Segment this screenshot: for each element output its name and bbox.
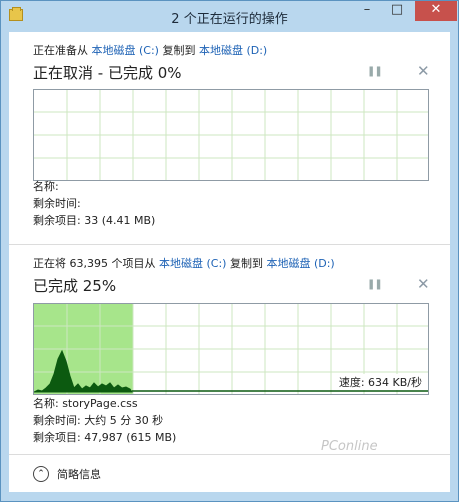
time-remaining: 剩余时间: — [33, 197, 81, 210]
cancel-button[interactable]: ✕ — [417, 275, 430, 293]
operation-2-status: 已完成 25% — [33, 277, 117, 295]
destination-link[interactable]: 本地磁盘 (D:) — [199, 44, 267, 57]
items-remaining: 剩余项目: 33 (4.41 MB) — [33, 214, 156, 227]
operation-1-details: 名称: 剩余时间: 剩余项目: 33 (4.41 MB) — [33, 178, 155, 229]
file-name: 名称: — [33, 180, 59, 193]
minimize-button[interactable]: – — [352, 1, 382, 21]
operation-2-source-line: 正在将 63,395 个项目从 本地磁盘 (C:) 复制到 本地磁盘 (D:) — [33, 257, 335, 270]
pause-button[interactable]: ❚❚ — [367, 279, 383, 290]
dialog-footer: ⌃ 简略信息 — [9, 454, 450, 493]
copy-dialog: 2 个正在运行的操作 – □ ✕ 正在准备从 本地磁盘 (C:) 复制到 本地磁… — [0, 0, 459, 502]
cancel-button[interactable]: ✕ — [417, 62, 430, 80]
source-link[interactable]: 本地磁盘 (C:) — [159, 257, 226, 270]
progress-graph: 速度: 634 KB/秒 — [33, 303, 429, 395]
title-bar: 2 个正在运行的操作 – □ ✕ — [1, 1, 458, 31]
watermark-logo: PConline — [321, 439, 378, 454]
operation-2: 正在将 63,395 个项目从 本地磁盘 (C:) 复制到 本地磁盘 (D:) … — [9, 244, 450, 455]
progress-graph — [33, 89, 429, 181]
file-name: 名称: storyPage.css — [33, 397, 138, 410]
dialog-content: 正在准备从 本地磁盘 (C:) 复制到 本地磁盘 (D:) 正在取消 - 已完成… — [9, 32, 450, 492]
chevron-up-icon[interactable]: ⌃ — [33, 466, 49, 482]
source-link[interactable]: 本地磁盘 (C:) — [92, 44, 159, 57]
operation-2-details: 名称: storyPage.css 剩余时间: 大约 5 分 30 秒 剩余项目… — [33, 395, 176, 446]
items-remaining: 剩余项目: 47,987 (615 MB) — [33, 431, 177, 444]
operation-1: 正在准备从 本地磁盘 (C:) 复制到 本地磁盘 (D:) 正在取消 - 已完成… — [9, 32, 450, 242]
transfer-speed: 速度: 634 KB/秒 — [338, 374, 422, 390]
operation-1-status: 正在取消 - 已完成 0% — [33, 64, 182, 82]
operation-1-source-line: 正在准备从 本地磁盘 (C:) 复制到 本地磁盘 (D:) — [33, 44, 268, 57]
maximize-button[interactable]: □ — [382, 1, 412, 21]
fewer-details-toggle[interactable]: 简略信息 — [57, 466, 101, 482]
time-remaining: 剩余时间: 大约 5 分 30 秒 — [33, 414, 164, 427]
close-button[interactable]: ✕ — [415, 1, 457, 21]
pause-button[interactable]: ❚❚ — [367, 66, 383, 77]
destination-link[interactable]: 本地磁盘 (D:) — [266, 257, 334, 270]
progress-graph-svg — [34, 90, 428, 180]
